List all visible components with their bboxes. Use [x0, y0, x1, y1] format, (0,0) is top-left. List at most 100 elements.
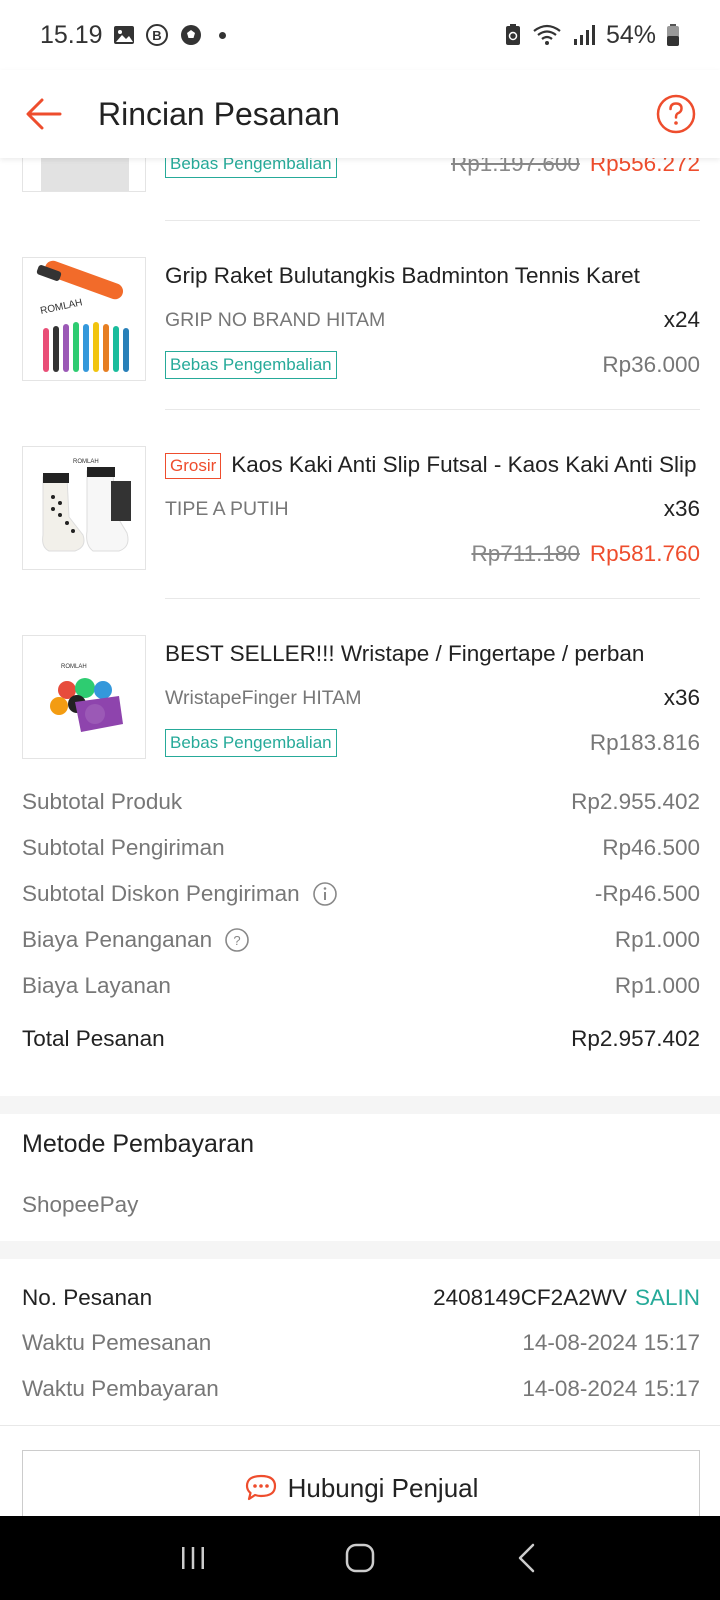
product-thumbnail: ROMLAH	[22, 635, 146, 759]
battery-saver-icon	[504, 23, 522, 47]
arrow-left-icon	[26, 98, 62, 130]
divider	[165, 598, 700, 599]
thumbnail-logo-text: ROMLAH	[61, 664, 87, 670]
free-return-badge: Bebas Pengembalian	[165, 351, 337, 379]
free-return-badge: Bebas Pengembalian	[165, 158, 337, 178]
page-title: Rincian Pesanan	[98, 95, 340, 132]
grip-product-image: ROMLAH	[23, 258, 145, 380]
summary-label: Biaya Penanganan	[22, 927, 213, 952]
price-original: Rp711.180	[471, 541, 580, 566]
status-left: 15.19 B	[40, 21, 226, 50]
product-item[interactable]: ROMLAH Grosir Kaos Kaki Anti Slip Futsal …	[22, 446, 700, 570]
payment-method-title: Metode Pembayaran	[22, 1130, 255, 1158]
payment-time-value: 14-08-2024 15:17	[522, 1376, 700, 1401]
divider	[0, 1425, 720, 1426]
chat-bubble-icon	[245, 1474, 276, 1501]
product-quantity: x24	[663, 307, 700, 332]
section-separator	[0, 1096, 720, 1114]
gallery-icon	[113, 24, 135, 46]
product-name-row: Grosir Kaos Kaki Anti Slip Futsal - Kaos …	[165, 450, 700, 480]
summary-subtotal-produk: Subtotal Produk Rp2.955.402	[22, 786, 700, 818]
section-separator	[0, 1241, 720, 1259]
status-right: 54%	[504, 21, 680, 50]
svg-text:?: ?	[234, 933, 241, 948]
back-button[interactable]	[22, 92, 66, 136]
order-number-row: No. Pesanan 2408149CF2A2WV SALIN	[22, 1282, 700, 1314]
order-detail-content[interactable]: Bebas Pengembalian Rp1.197.600 Rp556.272…	[0, 158, 720, 1516]
product-variant: WristapeFinger HITAM	[165, 686, 362, 709]
product-name: BEST SELLER!!! Wristape / Fingertape / p…	[165, 641, 645, 666]
status-time: 15.19	[40, 20, 103, 49]
soccer-ball-icon	[179, 23, 203, 47]
summary-value: Rp1.000	[614, 973, 700, 998]
payment-time-row: Waktu Pembayaran 14-08-2024 15:17	[22, 1373, 700, 1405]
summary-biaya-penanganan: Biaya Penanganan ? Rp1.000	[22, 924, 700, 956]
summary-label: Subtotal Produk	[22, 789, 183, 814]
summary-value: Rp2.955.402	[571, 789, 700, 814]
summary-total: Total Pesanan Rp2.957.402	[22, 1023, 700, 1055]
summary-subtotal-pengiriman: Subtotal Pengiriman Rp46.500	[22, 832, 700, 864]
socks-product-image: ROMLAH	[23, 447, 145, 569]
product-price: Rp36.000	[602, 352, 700, 377]
product-quantity: x36	[663, 685, 700, 710]
summary-biaya-layanan: Biaya Layanan Rp1.000	[22, 970, 700, 1002]
payment-method-value: ShopeePay	[22, 1192, 139, 1217]
recent-apps-icon	[182, 1547, 205, 1569]
wristape-product-image: ROMLAH	[23, 636, 145, 758]
order-time-value: 14-08-2024 15:17	[522, 1330, 700, 1355]
divider	[165, 220, 700, 221]
app-header: Rincian Pesanan	[0, 70, 720, 158]
order-number-wrap: 2408149CF2A2WV SALIN	[433, 1285, 700, 1311]
question-icon[interactable]: ?	[224, 927, 250, 953]
product-item[interactable]: ROMLAH BEST SELLER!!! Wristape / Fingert…	[22, 635, 700, 759]
signal-icon	[572, 23, 596, 47]
order-number-label: No. Pesanan	[22, 1285, 153, 1310]
price-discounted: Rp581.760	[589, 541, 700, 566]
product-quantity: x36	[663, 496, 700, 521]
product-info: Grip Raket Bulutangkis Badminton Tennis …	[165, 261, 700, 381]
price-original: Rp1.197.600	[451, 158, 580, 176]
home-button[interactable]	[330, 1528, 390, 1588]
product-info: Grosir Kaos Kaki Anti Slip Futsal - Kaos …	[165, 450, 700, 570]
product-variant: TIPE A PUTIH	[165, 497, 289, 520]
product-name: Kaos Kaki Anti Slip Futsal - Kaos Kaki A…	[231, 452, 697, 477]
summary-value: Rp1.000	[614, 927, 700, 952]
order-number-value: 2408149CF2A2WV	[433, 1285, 627, 1310]
product-item[interactable]: Bebas Pengembalian Rp1.197.600 Rp556.272	[22, 158, 700, 192]
home-icon	[345, 1543, 375, 1573]
product-thumbnail: ROMLAH	[22, 446, 146, 570]
product-thumbnail	[22, 158, 146, 192]
divider	[165, 409, 700, 410]
free-return-badge: Bebas Pengembalian	[165, 729, 337, 757]
product-item[interactable]: ROMLAH Grip Raket Bulutangkis Badminton …	[22, 257, 700, 381]
product-variant: GRIP NO BRAND HITAM	[165, 308, 386, 331]
battery-icon	[666, 23, 680, 47]
product-info: BEST SELLER!!! Wristape / Fingertape / p…	[165, 639, 700, 759]
help-button[interactable]	[654, 92, 698, 136]
summary-value: -Rp46.500	[594, 881, 700, 906]
contact-seller-label: Hubungi Penjual	[287, 1473, 479, 1503]
back-nav-button[interactable]	[497, 1528, 557, 1588]
summary-label: Biaya Layanan	[22, 973, 171, 998]
summary-diskon-pengiriman: Subtotal Diskon Pengiriman -Rp46.500	[22, 878, 700, 910]
summary-label: Subtotal Diskon Pengiriman	[22, 881, 300, 906]
order-time-row: Waktu Pemesanan 14-08-2024 15:17	[22, 1327, 700, 1359]
status-bar: 15.19 B 54%	[0, 0, 720, 70]
copy-button[interactable]: SALIN	[635, 1285, 700, 1310]
summary-label: Subtotal Pengiriman	[22, 835, 225, 860]
recent-apps-button[interactable]	[163, 1528, 223, 1588]
info-icon[interactable]	[312, 881, 338, 907]
price-discounted: Rp556.272	[589, 158, 700, 176]
total-value: Rp2.957.402	[571, 1026, 700, 1051]
contact-seller-button[interactable]: Hubungi Penjual	[22, 1450, 700, 1516]
battery-percent: 54%	[605, 20, 656, 49]
grosir-tag: Grosir	[165, 453, 222, 480]
product-thumbnail: ROMLAH	[22, 257, 146, 381]
notification-dot	[218, 31, 226, 39]
system-nav-bar	[0, 1516, 720, 1600]
total-label: Total Pesanan	[22, 1026, 165, 1051]
product-name: Grip Raket Bulutangkis Badminton Tennis …	[165, 263, 640, 288]
summary-value: Rp46.500	[602, 835, 700, 860]
wifi-icon	[532, 23, 562, 47]
product-info: Bebas Pengembalian Rp1.197.600 Rp556.272	[165, 158, 700, 180]
